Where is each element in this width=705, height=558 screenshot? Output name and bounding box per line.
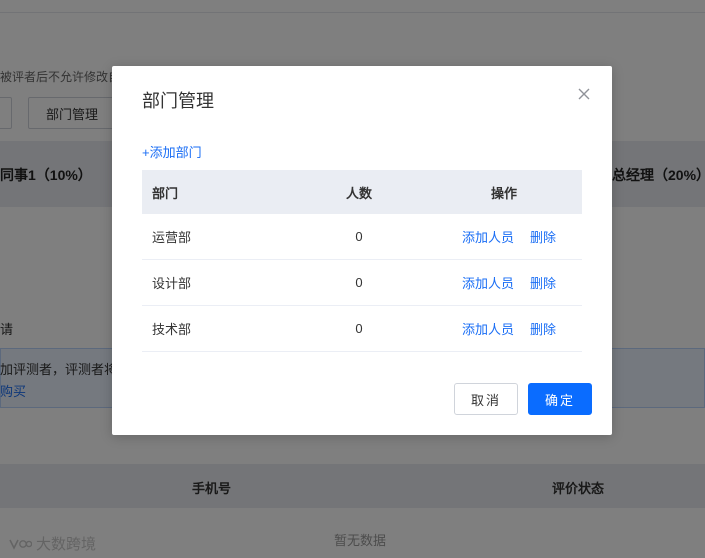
row-actions: 添加人员 删除 (426, 273, 582, 292)
add-member-link[interactable]: 添加人员 (462, 227, 514, 246)
column-actions: 操作 (490, 185, 517, 201)
department-table: 部门 人数 操作 运营部 0 添加人员 删除 设计部 0 添加人员 删除 技术部… (142, 170, 582, 352)
delete-link[interactable]: 删除 (530, 227, 556, 246)
close-icon[interactable] (576, 86, 592, 102)
table-row: 设计部 0 添加人员 删除 (142, 260, 582, 306)
table-header: 部门 人数 操作 (142, 170, 582, 214)
delete-link[interactable]: 删除 (530, 319, 556, 338)
add-member-link[interactable]: 添加人员 (462, 319, 514, 338)
dialog-title: 部门管理 (142, 91, 214, 111)
department-name: 设计部 (152, 276, 192, 291)
delete-link[interactable]: 删除 (530, 273, 556, 292)
column-count: 人数 (345, 185, 372, 201)
member-count: 0 (355, 229, 363, 244)
add-department-link[interactable]: +添加部门 (142, 142, 202, 161)
table-row: 运营部 0 添加人员 删除 (142, 214, 582, 260)
row-actions: 添加人员 删除 (426, 319, 582, 338)
department-name: 运营部 (152, 230, 192, 245)
row-actions: 添加人员 删除 (426, 227, 582, 246)
member-count: 0 (355, 321, 363, 336)
add-member-link[interactable]: 添加人员 (462, 273, 514, 292)
cancel-button[interactable]: 取消 (454, 383, 518, 415)
confirm-button[interactable]: 确定 (528, 383, 592, 415)
member-count: 0 (355, 275, 363, 290)
department-management-dialog: 部门管理 +添加部门 部门 人数 操作 运营部 0 添加人员 删除 设计部 0 … (112, 66, 612, 435)
department-name: 技术部 (152, 322, 192, 337)
column-department: 部门 (152, 185, 179, 201)
table-row: 技术部 0 添加人员 删除 (142, 306, 582, 352)
